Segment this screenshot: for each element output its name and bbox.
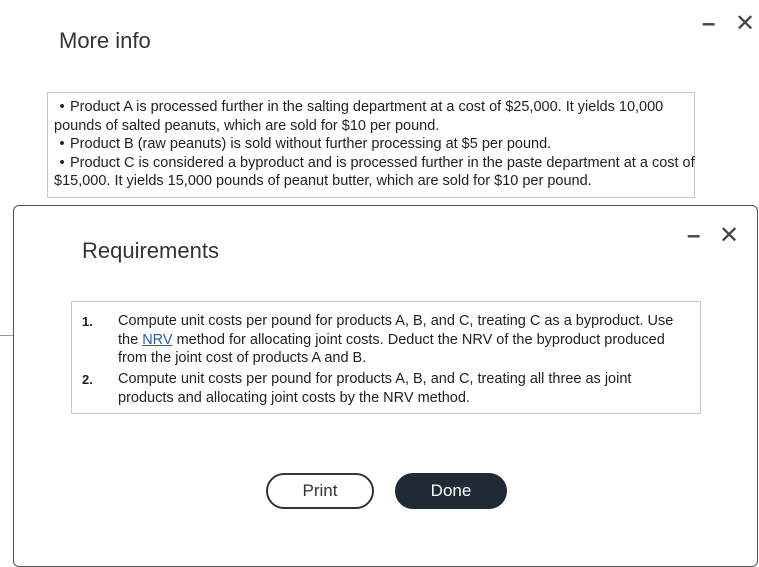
- requirement-text: Compute unit costs per pound for product…: [118, 313, 674, 366]
- info-line: • Product A is processed further in the s…: [54, 98, 694, 117]
- divider: [0, 335, 14, 336]
- print-button[interactable]: Print: [266, 473, 374, 509]
- bullet-icon: •: [59, 154, 65, 171]
- info-line: $15,000. It yields 15,000 pounds of pean…: [54, 173, 592, 189]
- more-info-title: More info: [59, 28, 151, 53]
- info-line: pounds of salted peanuts, which are sold…: [54, 117, 440, 134]
- more-info-box: • Product A is processed further in the s…: [47, 92, 695, 198]
- info-line: • Product B (raw peanuts) is sold without…: [54, 135, 694, 154]
- requirement-text: Compute unit costs per pound for product…: [118, 371, 632, 406]
- close-icon[interactable]: ✕: [719, 224, 739, 248]
- requirements-title: Requirements: [82, 238, 219, 263]
- requirements-dialog: Requirements – ✕ 1. Compute unit costs p…: [13, 205, 758, 567]
- done-button[interactable]: Done: [395, 473, 507, 509]
- bullet-icon: •: [59, 99, 65, 115]
- requirement-number: 1.: [82, 314, 93, 329]
- nrv-link[interactable]: NRV: [142, 332, 172, 348]
- minimize-icon[interactable]: –: [687, 224, 700, 248]
- minimize-icon[interactable]: –: [702, 12, 715, 36]
- bullet-icon: •: [59, 136, 65, 152]
- close-icon[interactable]: ✕: [735, 12, 755, 36]
- requirement-number: 2.: [82, 372, 93, 387]
- info-line: • Product C is considered a byproduct and…: [54, 154, 694, 173]
- requirements-box: 1. Compute unit costs per pound for prod…: [71, 301, 701, 414]
